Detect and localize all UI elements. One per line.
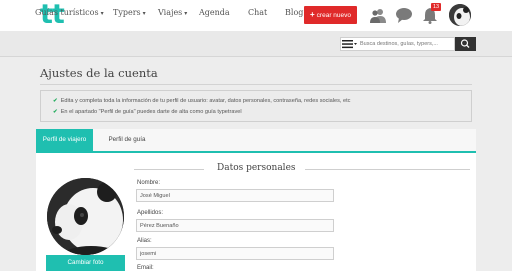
info-text: En el apartado "Perfil de guía" puedes d… bbox=[60, 109, 242, 115]
nav-item-blog[interactable]: Blog bbox=[285, 0, 303, 26]
info-box: ✔ Edita y completa toda la información de… bbox=[40, 90, 472, 122]
nav-item-label: Typers bbox=[113, 8, 141, 17]
tab-strip: Perfil de viajero Perfil de guía bbox=[36, 129, 476, 151]
chat-bubble-icon[interactable] bbox=[395, 6, 413, 24]
create-new-button[interactable]: + crear nuevo bbox=[304, 6, 357, 24]
field-label-nombre: Nombre: bbox=[137, 180, 161, 186]
chevron-down-icon: ▾ bbox=[184, 10, 188, 17]
tab-perfil-viajero[interactable]: Perfil de viajero bbox=[36, 129, 93, 151]
section-divider-right bbox=[305, 169, 470, 170]
chevron-down-icon: ▾ bbox=[100, 10, 104, 17]
tab-perfil-guia[interactable]: Perfil de guía bbox=[93, 129, 161, 151]
search-input[interactable] bbox=[358, 38, 454, 50]
nombre-input[interactable] bbox=[136, 189, 334, 202]
nav-item-guias[interactable]: Guías turísticos ▾ bbox=[35, 0, 104, 26]
change-photo-button[interactable]: Cambiar foto bbox=[46, 255, 125, 271]
field-label-apellidos: Apellidos: bbox=[137, 210, 164, 216]
notification-count-badge: 13 bbox=[431, 3, 442, 11]
info-line: ✔ En el apartado "Perfil de guía" puedes … bbox=[53, 109, 242, 115]
chevron-down-icon: ▾ bbox=[142, 10, 146, 17]
field-label-alias: Alias: bbox=[137, 238, 152, 244]
info-line: ✔ Edita y completa toda la información de… bbox=[53, 98, 350, 104]
plus-icon: + bbox=[310, 10, 315, 19]
nav-item-viajes[interactable]: Viajes ▾ bbox=[158, 0, 187, 26]
create-new-label: crear nuevo bbox=[316, 12, 351, 19]
section-divider-left bbox=[134, 169, 204, 170]
nav-item-typers[interactable]: Typers ▾ bbox=[113, 0, 146, 26]
nav-item-label: Viajes bbox=[158, 8, 183, 17]
alias-input[interactable] bbox=[136, 247, 334, 260]
section-title: Datos personales bbox=[217, 163, 296, 173]
check-icon: ✔ bbox=[53, 109, 58, 115]
field-label-email: Email: bbox=[137, 265, 154, 271]
friends-icon[interactable] bbox=[369, 6, 387, 24]
apellidos-input[interactable] bbox=[136, 219, 334, 232]
search-icon bbox=[460, 39, 470, 48]
nav-item-label: Guías turísticos bbox=[35, 8, 99, 17]
nav-item-chat[interactable]: Chat bbox=[248, 0, 267, 26]
profile-photo bbox=[47, 178, 124, 255]
info-text: Edita y completa toda la información de … bbox=[60, 98, 351, 104]
hamburger-icon[interactable] bbox=[341, 39, 358, 49]
search-button[interactable] bbox=[455, 37, 476, 51]
title-divider bbox=[40, 84, 472, 85]
nav-item-agenda[interactable]: Agenda bbox=[199, 0, 230, 26]
user-avatar[interactable] bbox=[449, 4, 471, 26]
check-icon: ✔ bbox=[53, 98, 58, 104]
page-title: Ajustes de la cuenta bbox=[40, 66, 158, 80]
